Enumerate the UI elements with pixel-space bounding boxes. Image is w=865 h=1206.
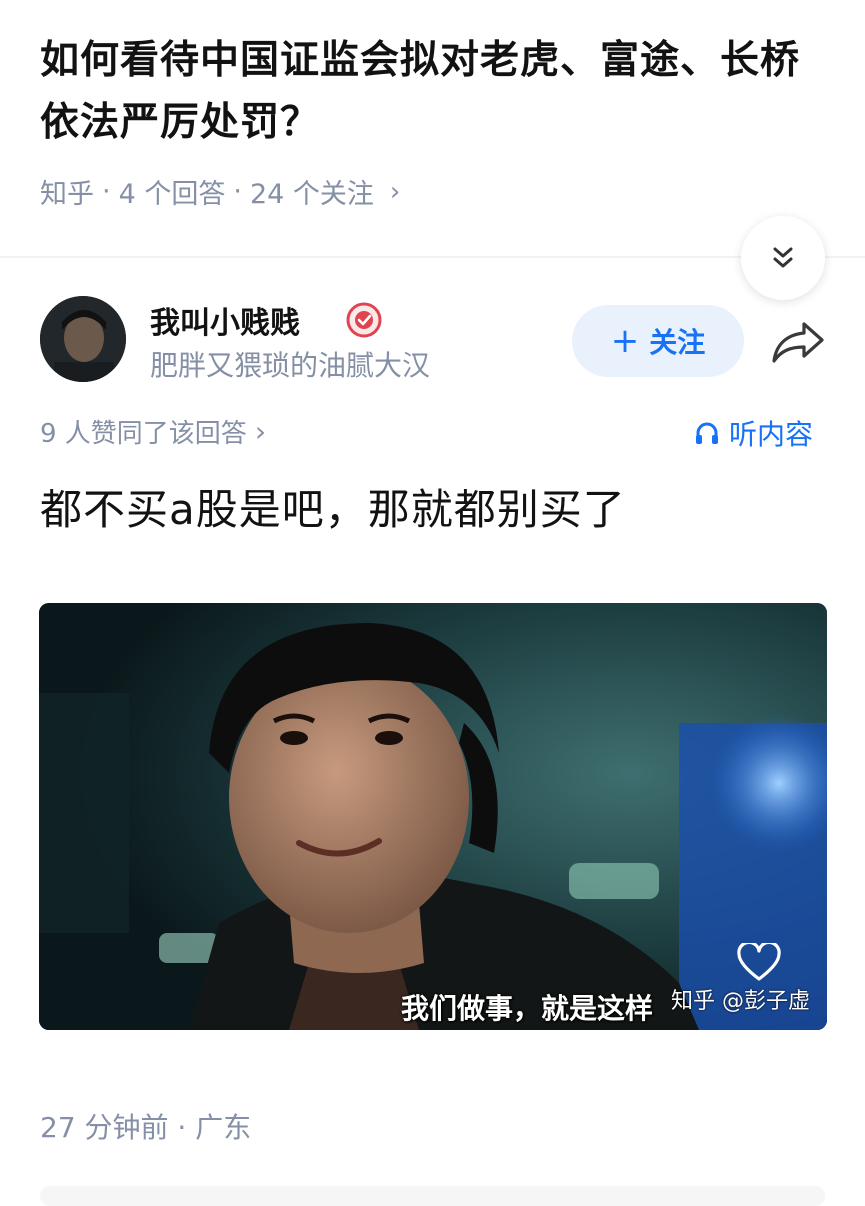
question-meta[interactable]: 知乎 · 4 个回答 · 24 个关注 › [40, 172, 400, 211]
answer-time-location: 27 分钟前 · 广东 [40, 1111, 252, 1144]
collapse-button[interactable] [741, 216, 825, 300]
upvote-text: 9 人赞同了该回答 [40, 419, 247, 449]
separator-dot: · [102, 176, 111, 207]
avatar[interactable] [40, 296, 126, 382]
divider [0, 256, 865, 258]
share-icon[interactable] [770, 318, 826, 366]
double-chevron-down-icon [773, 247, 793, 268]
follow-label: 关注 [649, 326, 706, 359]
answer-image[interactable]: 我们做事，就是这样 知乎 @彭子虚 [39, 603, 827, 1030]
movie-still [39, 603, 827, 1030]
listen-button[interactable]: 听内容 [693, 413, 813, 453]
follow-button[interactable]: + 关注 [572, 305, 744, 377]
source-label: 知乎 [40, 179, 94, 210]
heart-icon[interactable] [737, 943, 781, 983]
answers-count: 4 个回答 [118, 179, 226, 210]
verified-badge-icon [346, 302, 382, 338]
upvote-summary[interactable]: 9 人赞同了该回答 › [40, 413, 266, 450]
separator-dot: · [233, 176, 242, 207]
followers-count: 24 个关注 [249, 179, 374, 210]
chevron-right-icon: › [254, 415, 267, 448]
bottom-bar [40, 1186, 825, 1206]
author-name[interactable]: 我叫小贱贱 [150, 298, 300, 342]
chevron-right-icon: › [389, 176, 401, 207]
plus-icon: + [610, 321, 640, 361]
author-bio: 肥胖又猥琐的油腻大汉 [150, 349, 431, 382]
listen-label: 听内容 [729, 418, 814, 451]
question-title[interactable]: 如何看待中国证监会拟对老虎、富途、长桥依法严厉处罚？ [40, 30, 830, 154]
image-subtitle: 我们做事，就是这样 [401, 992, 654, 1025]
headphones-icon [696, 422, 718, 444]
answer-text: 都不买a股是吧，那就都别买了 [40, 485, 626, 534]
image-watermark: 知乎 @彭子虚 [671, 989, 810, 1014]
